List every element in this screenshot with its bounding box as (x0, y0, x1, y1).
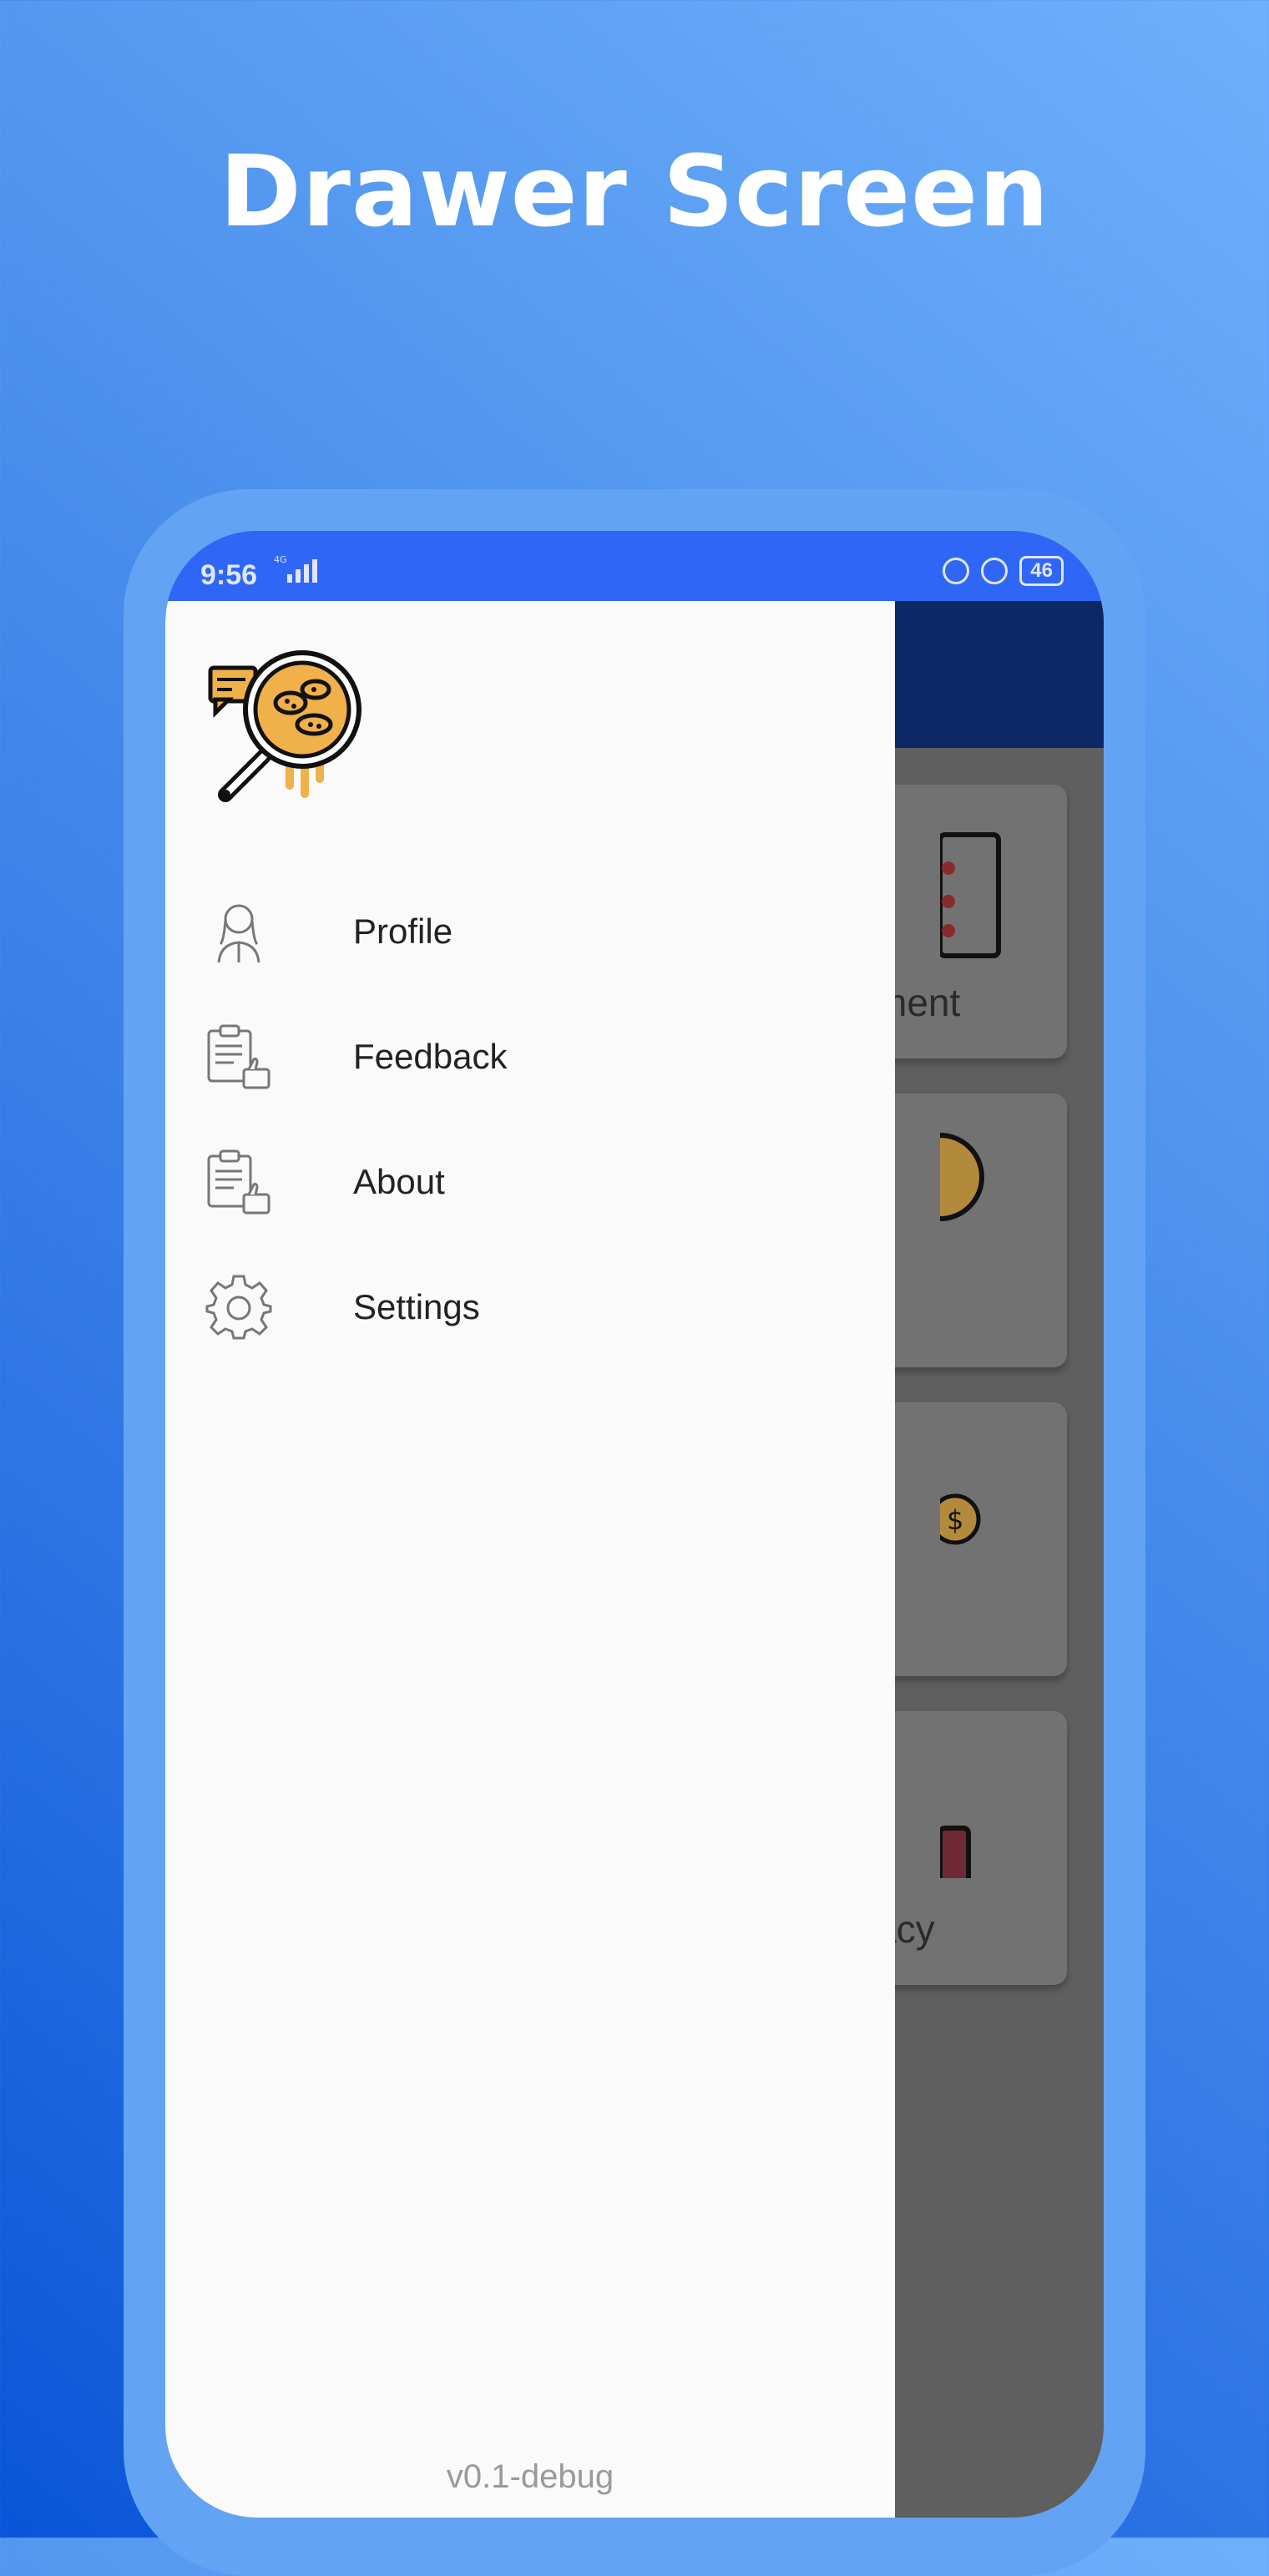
battery-indicator: 46 (1019, 556, 1064, 586)
network-type: 4G (274, 554, 287, 565)
clipboard-thumbs-up-icon (207, 1024, 270, 1089)
page-headline: Drawer Screen (219, 134, 1050, 249)
medicine-bottle-icon (940, 1826, 971, 1878)
person-icon (217, 904, 260, 963)
status-bar: 9:56 4G 46 (165, 531, 1104, 601)
alarm-icon (981, 558, 1009, 584)
phone-screen: 9:56 4G 46 ment $ acy Profile Feedback A… (165, 531, 1104, 2518)
clipboard-thumbs-up-icon (207, 1149, 270, 1215)
drawer-item-profile[interactable]: Profile (165, 876, 895, 985)
status-time: 9:56 (200, 559, 258, 591)
signal-icon: 4G (274, 554, 317, 583)
navigation-drawer: Profile Feedback About Settings v0.1-deb… (165, 601, 895, 2518)
bacteria-icon (940, 1133, 984, 1221)
drawer-item-label: Settings (353, 1287, 480, 1326)
drawer-item-feedback[interactable]: Feedback (165, 1002, 895, 1110)
app-version: v0.1-debug (446, 2458, 614, 2495)
drawer-item-label: Profile (353, 912, 453, 951)
drawer-item-about[interactable]: About (165, 1127, 895, 1235)
drawer-item-label: Feedback (353, 1037, 508, 1076)
rotation-lock-icon (943, 558, 970, 584)
money-icon: $ (940, 1493, 981, 1545)
calendar-icon (940, 832, 1001, 958)
svg-text:$: $ (947, 1504, 963, 1536)
drawer-item-settings[interactable]: Settings (165, 1252, 895, 1361)
app-logo (208, 650, 361, 802)
gear-icon (205, 1275, 272, 1340)
drawer-item-label: About (353, 1162, 445, 1201)
